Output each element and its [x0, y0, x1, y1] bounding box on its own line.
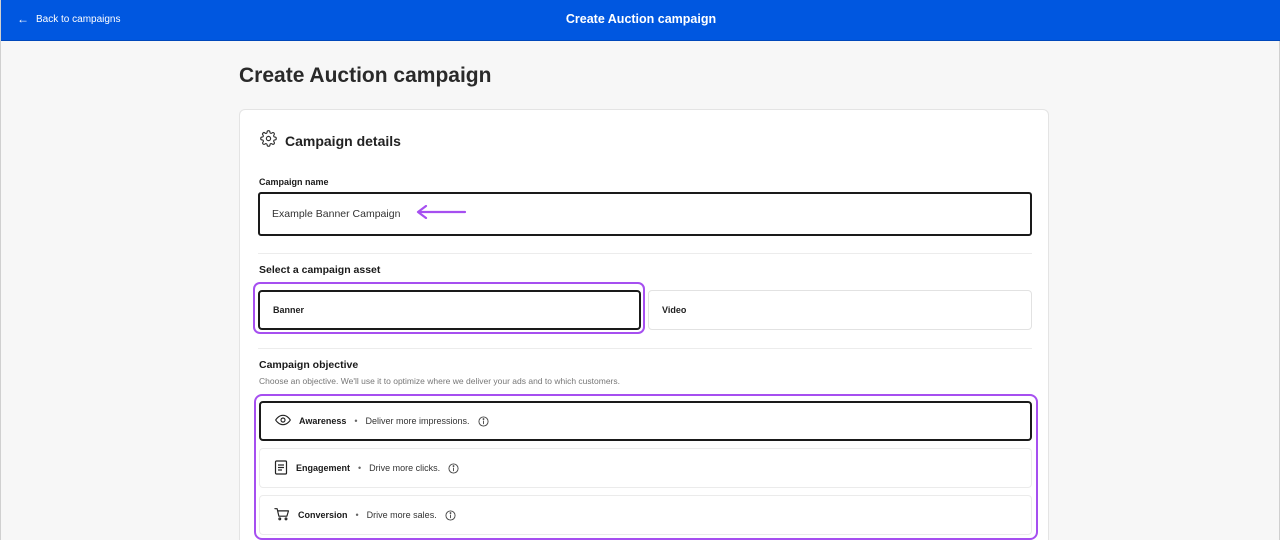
objective-detail: Deliver more impressions. [365, 416, 470, 426]
objective-separator: • [358, 463, 362, 473]
objective-label: Campaign objective [259, 359, 359, 371]
top-bar: ← Back to campaigns Create Auction campa… [1, 0, 1280, 41]
campaign-details-header: Campaign details [260, 130, 401, 152]
campaign-name-label: Campaign name [259, 177, 329, 187]
divider [258, 348, 1032, 349]
eye-icon [275, 414, 291, 428]
campaign-name-value: Example Banner Campaign [272, 208, 401, 220]
asset-option-banner[interactable]: Banner [258, 290, 641, 330]
objective-detail: Drive more clicks. [369, 463, 441, 473]
info-icon[interactable] [445, 509, 456, 521]
asset-label: Select a campaign asset [259, 264, 381, 276]
objective-name: Awareness [299, 416, 347, 426]
info-icon[interactable] [448, 462, 459, 474]
objective-option-engagement[interactable]: Engagement • Drive more clicks. [259, 448, 1032, 488]
info-icon[interactable] [478, 415, 489, 427]
objective-name: Engagement [296, 463, 351, 473]
annotation-arrow-icon [415, 204, 467, 224]
gear-icon [260, 130, 277, 152]
asset-option-label: Banner [273, 305, 305, 315]
objective-option-awareness[interactable]: Awareness • Deliver more impressions. [259, 401, 1032, 441]
topbar-title: Create Auction campaign [565, 12, 717, 26]
cart-icon [274, 507, 290, 523]
asset-option-label: Video [662, 305, 687, 315]
document-icon [274, 459, 288, 477]
objective-description: Choose an objective. We'll use it to opt… [259, 376, 621, 386]
objective-name: Conversion [298, 510, 348, 520]
section-title: Campaign details [285, 133, 401, 149]
objective-separator: • [354, 416, 358, 426]
divider [258, 253, 1032, 254]
page-title: Create Auction campaign [239, 64, 492, 87]
campaign-name-input[interactable]: Example Banner Campaign [258, 192, 1032, 236]
campaign-details-card: Campaign details Campaign name Example B… [239, 109, 1049, 540]
objective-detail: Drive more sales. [366, 510, 437, 520]
asset-option-video[interactable]: Video [648, 290, 1032, 330]
objective-separator: • [355, 510, 359, 520]
objective-option-conversion[interactable]: Conversion • Drive more sales. [259, 495, 1032, 535]
